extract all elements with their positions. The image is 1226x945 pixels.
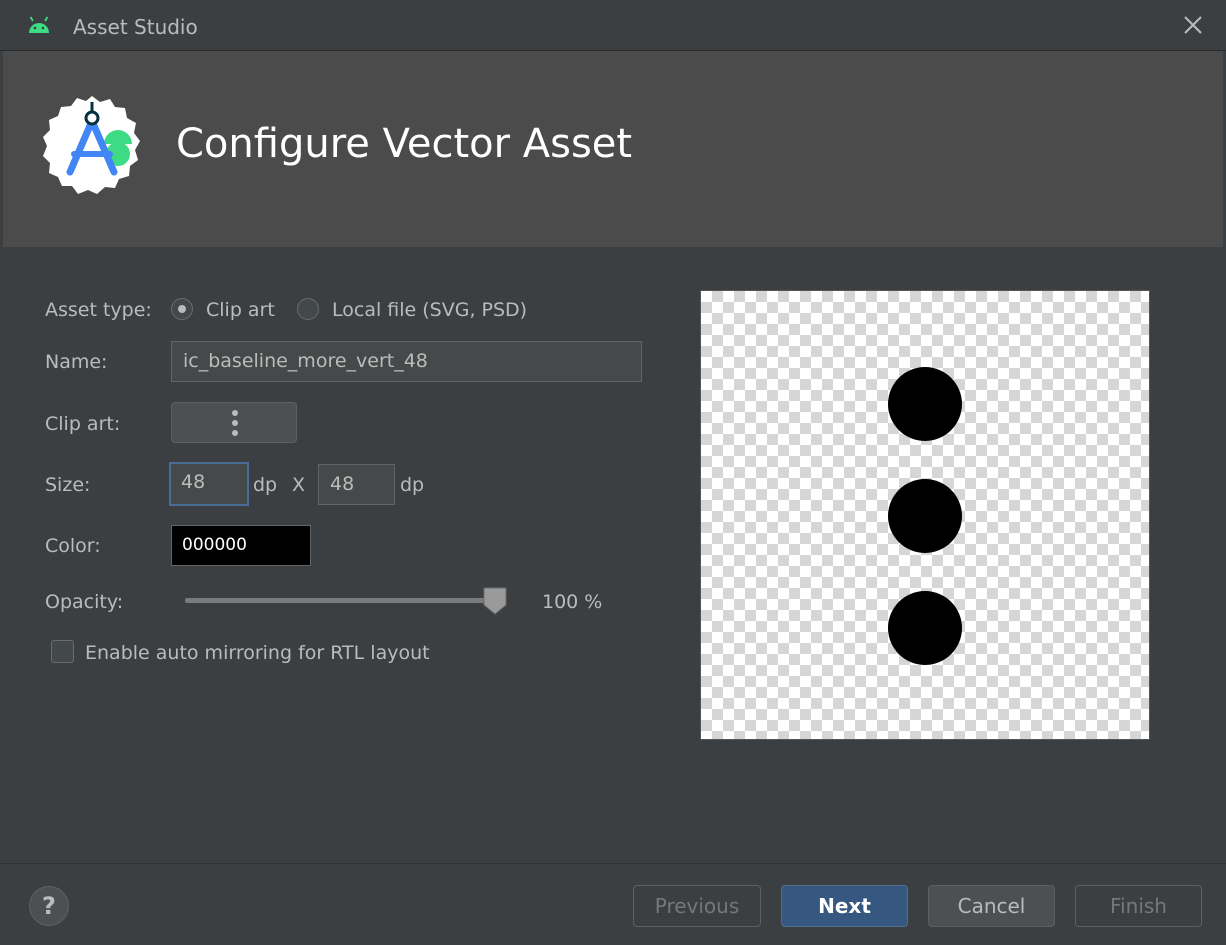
preview-dot [888, 591, 962, 665]
size-width-unit: dp [253, 474, 278, 496]
close-icon[interactable] [1182, 14, 1204, 36]
clip-art-radio-label[interactable]: Clip art [206, 299, 275, 321]
title-bar: Asset Studio [0, 0, 1226, 51]
name-input[interactable]: ic_baseline_more_vert_48 [171, 341, 642, 382]
preview-dot [888, 367, 962, 441]
size-label: Size: [45, 474, 91, 496]
size-height-unit: dp [400, 474, 425, 496]
page-title: Configure Vector Asset [176, 121, 633, 167]
local-file-radio[interactable] [297, 298, 319, 320]
size-height-input[interactable]: 48 [318, 464, 395, 505]
previous-button[interactable]: Previous [633, 885, 761, 927]
wizard-header: Configure Vector Asset [3, 51, 1223, 247]
android-head-icon [29, 16, 49, 33]
rtl-mirroring-label[interactable]: Enable auto mirroring for RTL layout [85, 642, 430, 664]
name-label: Name: [45, 351, 108, 373]
color-picker[interactable]: 000000 [171, 525, 311, 566]
size-width-input[interactable]: 48 [169, 462, 249, 506]
opacity-slider-thumb[interactable] [482, 586, 508, 616]
icon-preview [700, 290, 1150, 740]
window-title: Asset Studio [73, 15, 198, 39]
clip-art-button[interactable] [171, 402, 297, 443]
opacity-slider[interactable] [185, 598, 497, 603]
local-file-radio-label[interactable]: Local file (SVG, PSD) [332, 299, 527, 321]
opacity-value: 100 % [542, 591, 603, 613]
more-vert-icon [232, 410, 238, 436]
clip-art-label: Clip art: [45, 413, 121, 435]
clip-art-radio[interactable] [171, 298, 193, 320]
cancel-button[interactable]: Cancel [928, 885, 1055, 927]
preview-dot [888, 479, 962, 553]
asset-type-label: Asset type: [45, 299, 152, 321]
opacity-label: Opacity: [45, 591, 124, 613]
help-button[interactable]: ? [29, 886, 69, 926]
size-separator: X [292, 474, 306, 496]
android-studio-logo-icon [43, 96, 140, 194]
next-button[interactable]: Next [781, 885, 908, 927]
finish-button[interactable]: Finish [1075, 885, 1202, 927]
footer-divider [0, 863, 1226, 864]
color-label: Color: [45, 535, 101, 557]
rtl-mirroring-checkbox[interactable] [51, 640, 74, 663]
